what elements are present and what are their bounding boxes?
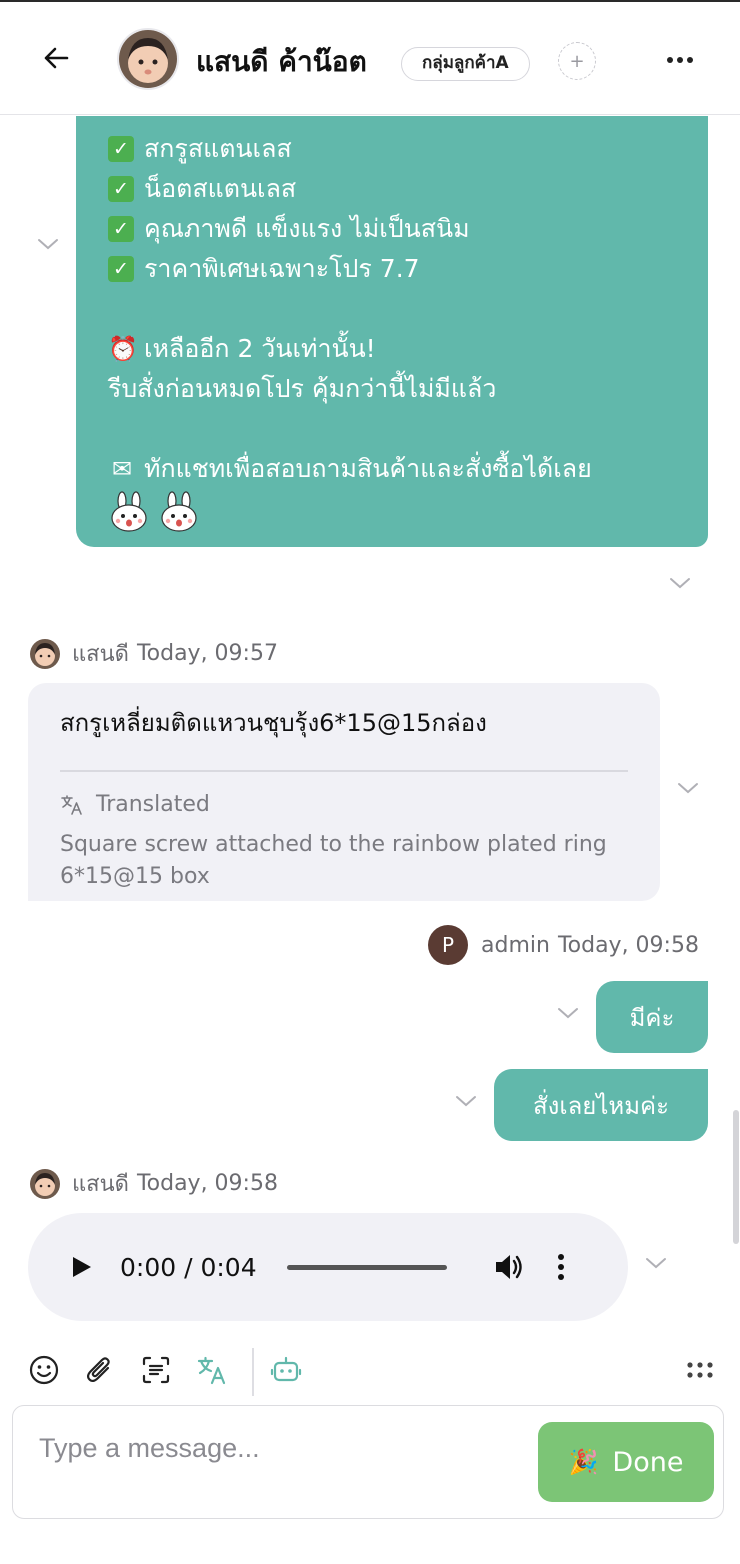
chevron-down-icon[interactable] (35, 235, 61, 253)
back-arrow-icon[interactable] (38, 40, 74, 76)
audio-progress-slider[interactable] (286, 1264, 447, 1270)
audio-time: 0:00 / 0:04 (120, 1252, 257, 1282)
message-time: Today, 09:57 (136, 641, 278, 666)
message-composer: 🎉 Done (12, 1405, 724, 1519)
translate-icon (61, 794, 82, 815)
party-popper-icon: 🎉 (568, 1448, 599, 1476)
done-label: Done (612, 1446, 684, 1478)
sender-name: แสนดี (72, 642, 129, 667)
envelope-icon: ✉ (111, 455, 133, 483)
sender-avatar[interactable] (30, 1168, 60, 1199)
admin-avatar[interactable]: P (428, 925, 468, 965)
promo-line: ⏰ เหลืออีก 2 วันเท่านั้น! (108, 329, 676, 369)
smile-icon[interactable] (26, 1352, 62, 1388)
promo-line: ✓ สกรูสแตนเลส (108, 129, 676, 169)
promo-line: รีบสั่งก่อนหมดโปร คุ้มกว่านี้ไม่มีแล้ว (108, 374, 497, 403)
promo-line: ✓ คุณภาพดี แข็งแรง ไม่เป็นสนิม (108, 209, 676, 249)
translation-header: Translated (60, 792, 628, 817)
chat-scrollbar[interactable] (733, 1110, 739, 1244)
scan-text-icon[interactable] (138, 1352, 174, 1388)
promo-message-bubble: ✓ สกรูสแตนเลส ✓ น็อตสแตนเลส ✓ คุณภาพดี แข็ง… (76, 116, 708, 547)
alarm-clock-icon: ⏰ (108, 335, 138, 363)
message-meta: P admin Today, 09:58 (428, 925, 699, 965)
chevron-down-icon[interactable] (643, 1254, 669, 1272)
toolbar-divider (252, 1348, 254, 1396)
bot-icon[interactable] (268, 1352, 304, 1388)
checkmark-icon: ✓ (108, 136, 134, 162)
promo-line: ✓ น็อตสแตนเลส (108, 169, 676, 209)
message-time: Today, 09:58 (136, 1171, 278, 1196)
more-grid-icon[interactable] (682, 1352, 718, 1388)
chevron-down-icon[interactable] (555, 1004, 581, 1022)
translation-divider (60, 770, 628, 772)
outgoing-message-bubble: มีค่ะ (596, 981, 708, 1053)
checkmark-icon: ✓ (108, 176, 134, 202)
incoming-message-bubble: สกรูเหลี่ยมติดแหวนชุบรุ้ง6*15@15กล่อง Tr… (28, 683, 660, 901)
message-time: Today, 09:58 (557, 932, 699, 958)
chevron-down-icon[interactable] (667, 574, 693, 592)
sender-avatar[interactable] (30, 638, 60, 669)
volume-icon[interactable] (493, 1252, 527, 1282)
add-tag-button[interactable]: + (558, 42, 596, 80)
promo-stickers (108, 489, 676, 535)
customer-group-tag[interactable]: กลุ่มลูกค้าA (401, 47, 530, 81)
message-input[interactable] (39, 1428, 519, 1468)
sender-name: admin (481, 932, 550, 958)
message-text: สกรูเหลี่ยมติดแหวนชุบรุ้ง6*15@15กล่อง (60, 709, 487, 737)
audio-player: 0:00 / 0:04 (28, 1213, 628, 1321)
paperclip-icon[interactable] (82, 1352, 118, 1388)
promo-line: ✓ ราคาพิเศษเฉพาะโปร 7.7 (108, 249, 676, 289)
promo-blank-line (108, 409, 676, 449)
more-options-icon[interactable] (660, 46, 700, 74)
bunny-sticker-icon (111, 491, 147, 532)
message-meta: แสนดี Today, 09:57 (30, 636, 278, 671)
translated-label: Translated (96, 792, 210, 817)
checkmark-icon: ✓ (108, 256, 134, 282)
message-meta: แสนดี Today, 09:58 (30, 1166, 278, 1201)
promo-blank-line (108, 289, 676, 329)
chevron-down-icon[interactable] (675, 779, 701, 797)
translation-text: Square screw attached to the rainbow pla… (60, 832, 607, 889)
bunny-sticker-icon (161, 491, 197, 532)
sender-name: แสนดี (72, 1172, 129, 1197)
contact-name: แสนดี ค้าน๊อต (196, 45, 367, 78)
chevron-down-icon[interactable] (453, 1092, 479, 1110)
chat-header: แสนดี ค้าน๊อต กลุ่มลูกค้าA + (0, 2, 740, 115)
promo-line: ✉ ทักแชทเพื่อสอบถามสินค้าและสั่งซื้อได้เล… (108, 449, 676, 489)
play-icon[interactable] (68, 1254, 94, 1280)
audio-more-icon[interactable] (557, 1252, 565, 1282)
translate-icon[interactable] (194, 1352, 230, 1388)
contact-avatar[interactable] (117, 28, 179, 90)
done-button[interactable]: 🎉 Done (538, 1422, 714, 1502)
checkmark-icon: ✓ (108, 216, 134, 242)
composer-toolbar (0, 1344, 740, 1400)
outgoing-message-bubble: สั่งเลยไหมค่ะ (494, 1069, 708, 1141)
